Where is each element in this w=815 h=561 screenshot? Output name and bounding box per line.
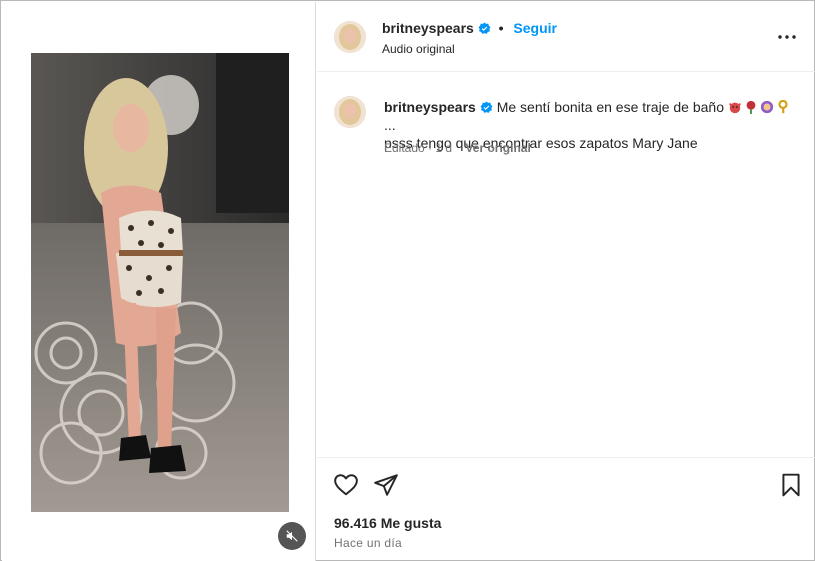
follow-button[interactable]: Seguir <box>513 20 557 36</box>
save-button[interactable] <box>778 472 804 498</box>
share-button[interactable] <box>373 472 399 498</box>
media-panel <box>2 2 316 561</box>
caption-avatar[interactable] <box>334 96 366 128</box>
like-button[interactable] <box>333 472 359 498</box>
caption-more[interactable]: ... <box>384 117 396 133</box>
likes-count[interactable]: 96.416 Me gusta <box>334 515 441 531</box>
more-icon <box>778 35 796 39</box>
avatar-image <box>334 21 366 53</box>
paper-plane-icon <box>374 474 398 496</box>
action-bar: 96.416 Me gusta Hace un día <box>317 457 815 561</box>
caption-meta: Editado · 1 d Ver original <box>384 141 531 155</box>
speaker-muted-icon <box>286 530 298 542</box>
caption-username[interactable]: britneyspears <box>384 99 476 115</box>
audio-label[interactable]: Audio original <box>382 42 455 56</box>
key-emoji-icon <box>778 100 788 114</box>
separator-dot: • <box>498 20 504 36</box>
woman-emoji-icon <box>760 100 774 114</box>
caption-age[interactable]: 1 d <box>435 141 452 155</box>
header-user-line: britneyspears • Seguir <box>382 20 557 36</box>
more-options-button[interactable] <box>777 27 797 47</box>
instagram-post-window: britneyspears • Seguir Audio original br… <box>0 0 815 561</box>
edited-label: Editado <box>384 141 425 155</box>
post-header: britneyspears • Seguir Audio original <box>317 2 815 72</box>
username-link[interactable]: britneyspears <box>382 20 474 36</box>
bookmark-icon <box>782 473 800 497</box>
rose-emoji-icon <box>746 100 756 114</box>
post-timestamp[interactable]: Hace un día <box>334 536 402 550</box>
post-details-panel: britneyspears • Seguir Audio original br… <box>317 2 815 561</box>
verified-badge-icon <box>478 22 491 34</box>
avatar[interactable] <box>334 21 366 53</box>
post-video[interactable] <box>31 53 289 512</box>
see-original-button[interactable]: Ver original <box>465 141 530 155</box>
avatar-image <box>334 96 366 128</box>
video-frame <box>31 53 289 512</box>
devil-emoji-icon <box>728 102 741 114</box>
heart-icon <box>334 474 358 496</box>
meta-separator: · <box>428 141 433 155</box>
mute-button[interactable] <box>278 522 306 550</box>
caption-line1: Me sentí bonita en ese traje de baño <box>496 99 724 115</box>
verified-badge-icon <box>480 101 493 113</box>
